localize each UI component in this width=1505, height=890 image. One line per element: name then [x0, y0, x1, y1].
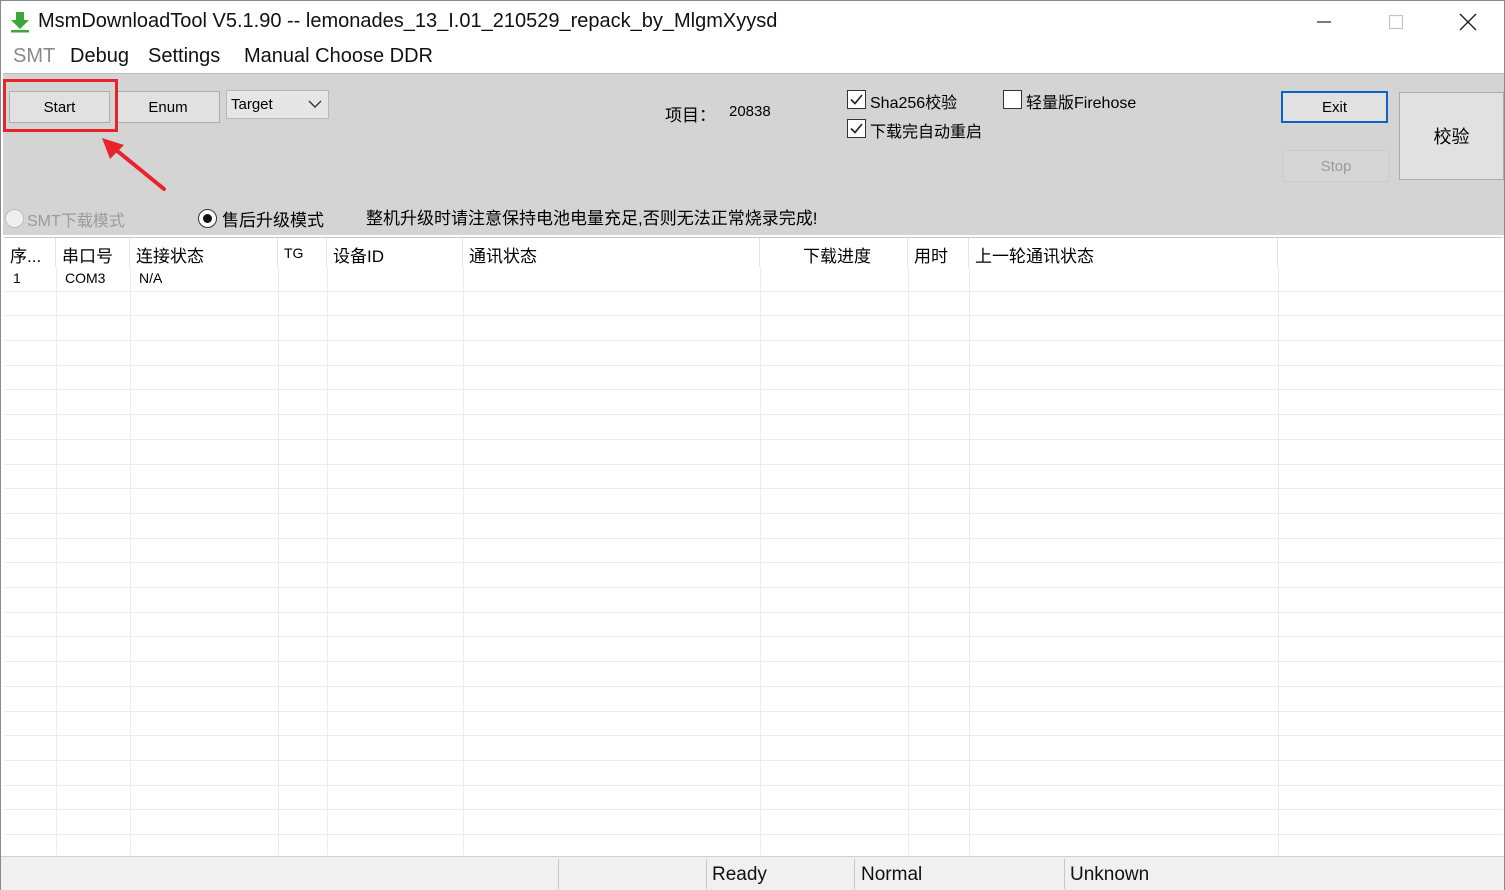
- after-sales-mode-label: 售后升级模式: [222, 211, 324, 230]
- status-device: Unknown: [1070, 864, 1150, 885]
- table-row[interactable]: [4, 810, 1503, 836]
- table-row[interactable]: [4, 440, 1503, 465]
- radio-selected-dot: [203, 214, 212, 223]
- maximize-button[interactable]: [1360, 1, 1432, 43]
- column-port[interactable]: 串口号: [56, 238, 130, 267]
- minimize-icon: [1317, 21, 1331, 23]
- highlight-annotation: [3, 79, 118, 132]
- table-row[interactable]: [4, 465, 1503, 490]
- table-row[interactable]: [4, 366, 1503, 391]
- table-row[interactable]: [4, 415, 1503, 440]
- battery-warning-text: 整机升级时请注意保持电池电量充足,否则无法正常烧录完成!: [366, 209, 818, 228]
- close-icon: [1459, 13, 1477, 31]
- table-row[interactable]: [4, 563, 1503, 589]
- table-cell: COM3: [65, 270, 106, 286]
- device-table: 序... 串口号 连接状态 TG 设备ID 通讯状态 下载进度 用时 上一轮通讯…: [4, 237, 1503, 855]
- minimize-button[interactable]: [1288, 1, 1360, 43]
- project-value: 20838: [729, 103, 771, 120]
- menu-debug[interactable]: Debug: [70, 45, 129, 68]
- table-row[interactable]: [4, 662, 1503, 687]
- table-row[interactable]: [4, 712, 1503, 737]
- smt-mode-radio[interactable]: [5, 209, 24, 228]
- lite-firehose-checkbox[interactable]: [1003, 90, 1022, 109]
- checkmark-icon: [850, 123, 863, 134]
- table-row[interactable]: [4, 316, 1503, 342]
- verify-button[interactable]: 校验: [1399, 92, 1504, 180]
- enum-button[interactable]: Enum: [116, 91, 220, 123]
- close-button[interactable]: [1432, 1, 1504, 43]
- menu-bar: SMT Debug Settings Manual Choose DDR: [1, 43, 1504, 73]
- menu-smt[interactable]: SMT: [13, 45, 55, 68]
- table-row[interactable]: 1 COM3 N/A: [4, 267, 1503, 292]
- exit-button[interactable]: Exit: [1281, 91, 1388, 123]
- status-separator: [1064, 859, 1065, 889]
- table-row[interactable]: [4, 687, 1503, 712]
- red-arrow-annotation: [102, 138, 166, 191]
- target-dropdown[interactable]: Target: [226, 90, 329, 119]
- menu-settings[interactable]: Settings: [148, 45, 220, 68]
- after-sales-mode-radio[interactable]: [198, 209, 217, 228]
- table-row[interactable]: [4, 736, 1503, 761]
- table-cell: 1: [13, 270, 21, 286]
- maximize-icon: [1388, 14, 1404, 30]
- column-index[interactable]: 序...: [4, 238, 56, 267]
- table-row[interactable]: [4, 835, 1503, 855]
- auto-reboot-checkbox[interactable]: [847, 119, 866, 138]
- column-device-id[interactable]: 设备ID: [327, 238, 463, 267]
- lite-firehose-label: 轻量版Firehose: [1026, 95, 1137, 112]
- project-label: 项目：: [665, 106, 716, 125]
- checkmark-icon: [850, 94, 863, 105]
- menu-manual-choose-ddr[interactable]: Manual Choose DDR: [244, 45, 433, 68]
- status-state: Ready: [712, 864, 767, 885]
- target-dropdown-value: Target: [231, 96, 273, 113]
- table-row[interactable]: [4, 292, 1503, 317]
- column-connection-status[interactable]: 连接状态: [130, 238, 278, 267]
- table-row[interactable]: [4, 786, 1503, 811]
- table-row[interactable]: [4, 588, 1503, 613]
- column-tg[interactable]: TG: [278, 238, 327, 267]
- smt-mode-label: SMT下载模式: [27, 213, 125, 230]
- window-title: MsmDownloadTool V5.1.90 -- lemonades_13_…: [38, 10, 778, 32]
- table-cell: N/A: [139, 270, 163, 286]
- table-row[interactable]: [4, 514, 1503, 539]
- table-row[interactable]: [4, 638, 1503, 663]
- stop-button[interactable]: Stop: [1283, 150, 1389, 182]
- auto-reboot-label: 下载完自动重启: [870, 124, 983, 141]
- app-window: MsmDownloadTool V5.1.90 -- lemonades_13_…: [0, 0, 1505, 890]
- table-row[interactable]: [4, 341, 1503, 366]
- table-row[interactable]: [4, 539, 1503, 564]
- status-separator: [706, 859, 707, 889]
- column-last-comm-status[interactable]: 上一轮通讯状态: [969, 238, 1278, 267]
- status-mode: Normal: [861, 864, 923, 885]
- download-arrow-icon: [11, 12, 29, 33]
- sha256-checkbox[interactable]: [847, 90, 866, 109]
- status-separator: [854, 859, 855, 889]
- table-row[interactable]: [4, 761, 1503, 786]
- table-row[interactable]: [4, 391, 1503, 416]
- table-row[interactable]: [4, 613, 1503, 638]
- table-row[interactable]: [4, 489, 1503, 514]
- status-separator: [558, 859, 559, 889]
- column-comm-status[interactable]: 通讯状态: [463, 238, 760, 267]
- column-download-progress[interactable]: 下载进度: [760, 238, 908, 267]
- chevron-down-icon: [308, 100, 322, 108]
- status-bar: Ready Normal Unknown: [1, 856, 1504, 890]
- title-bar: MsmDownloadTool V5.1.90 -- lemonades_13_…: [1, 1, 1504, 43]
- sha256-label: Sha256校验: [870, 95, 958, 112]
- column-elapsed[interactable]: 用时: [908, 238, 969, 267]
- table-header: 序... 串口号 连接状态 TG 设备ID 通讯状态 下载进度 用时 上一轮通讯…: [4, 238, 1503, 267]
